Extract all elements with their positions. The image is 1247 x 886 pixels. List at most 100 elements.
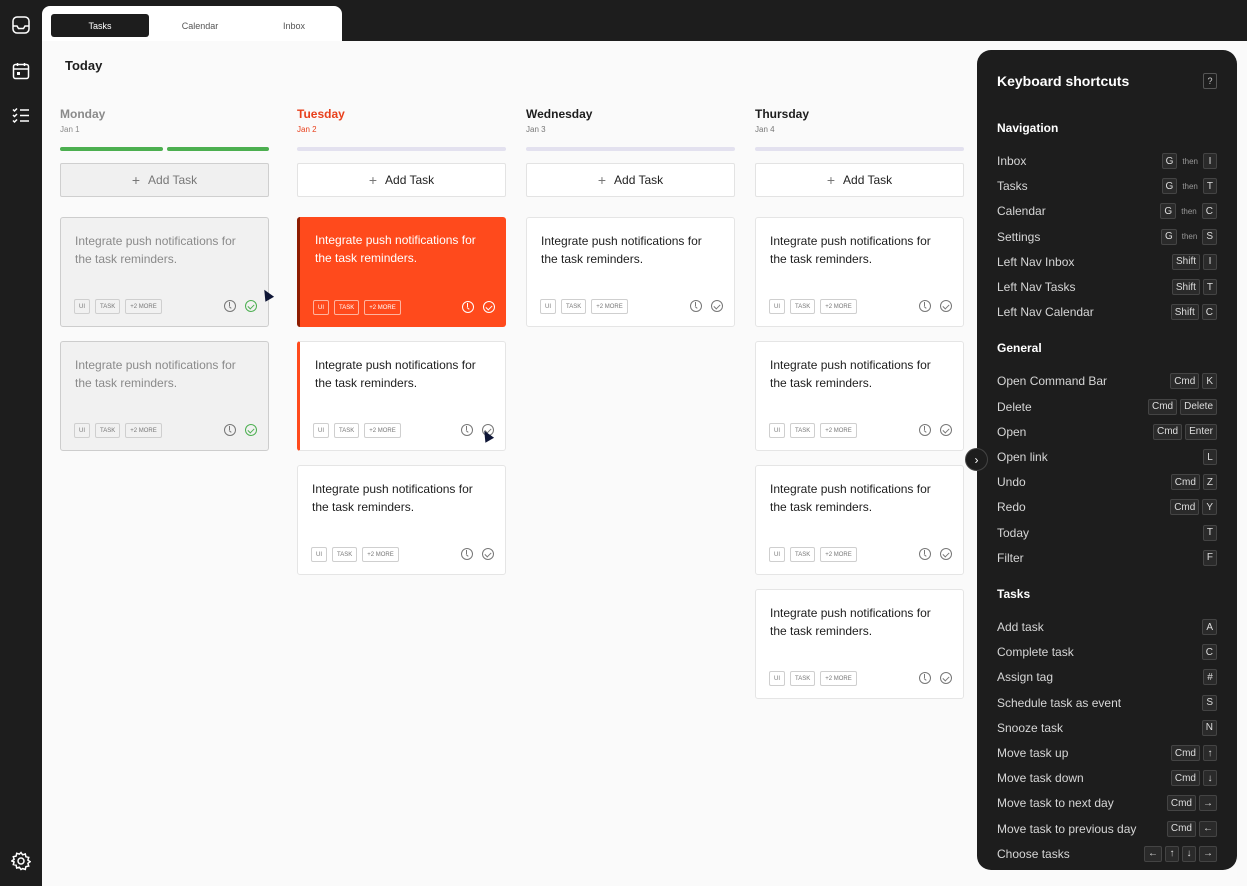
gear-icon[interactable] xyxy=(11,851,31,871)
tab-calendar[interactable]: Calendar xyxy=(151,14,249,37)
shortcut-row: Calendar Gthen C xyxy=(997,202,1217,220)
key-separator: then xyxy=(1181,232,1198,242)
shortcut-keys: Shift I xyxy=(1171,253,1217,270)
complete-check-icon[interactable] xyxy=(940,672,952,684)
task-tag[interactable]: +2 MORE xyxy=(125,423,162,438)
task-tag[interactable]: UI xyxy=(769,547,785,562)
task-card[interactable]: Integrate push notifications for the tas… xyxy=(297,341,506,451)
task-title: Integrate push notifications for the tas… xyxy=(315,233,476,265)
snooze-clock-icon[interactable] xyxy=(919,300,931,312)
task-tag[interactable]: TASK xyxy=(95,423,121,438)
task-tag[interactable]: TASK xyxy=(332,547,358,562)
task-tag[interactable]: TASK xyxy=(95,299,121,314)
tab-inbox[interactable]: Inbox xyxy=(245,14,343,37)
task-tag[interactable]: TASK xyxy=(790,547,816,562)
add-task-button[interactable]: + Add Task xyxy=(60,163,269,197)
shortcut-label: Left Nav Inbox xyxy=(997,254,1075,269)
complete-check-icon[interactable] xyxy=(940,424,952,436)
task-tag[interactable]: +2 MORE xyxy=(820,547,857,562)
task-tag[interactable]: UI xyxy=(540,299,556,314)
snooze-clock-icon[interactable] xyxy=(690,300,702,312)
task-card[interactable]: Integrate push notifications for the tas… xyxy=(755,589,964,699)
key-cap: Cmd xyxy=(1170,373,1200,390)
task-tag[interactable]: TASK xyxy=(790,671,816,686)
task-tag[interactable]: +2 MORE xyxy=(820,671,857,686)
task-card[interactable]: Integrate push notifications for the tas… xyxy=(526,217,735,327)
plus-icon: + xyxy=(597,172,607,188)
shortcut-row: Complete task C xyxy=(997,643,1217,661)
task-tag[interactable]: UI xyxy=(769,299,785,314)
shortcut-keys: T xyxy=(1202,524,1217,541)
complete-check-icon[interactable] xyxy=(245,300,257,312)
task-tag[interactable]: TASK xyxy=(561,299,587,314)
task-tag[interactable]: UI xyxy=(313,300,329,315)
task-card[interactable]: Integrate push notifications for the tas… xyxy=(755,341,964,451)
key-cap: Y xyxy=(1202,499,1217,516)
calendar-icon[interactable] xyxy=(11,61,31,81)
complete-check-icon[interactable] xyxy=(245,424,257,436)
complete-check-icon[interactable] xyxy=(940,300,952,312)
task-actions xyxy=(224,424,257,436)
key-separator: then xyxy=(1181,206,1197,216)
tab-tasks[interactable]: Tasks xyxy=(51,14,149,37)
task-tag[interactable]: TASK xyxy=(790,299,816,314)
task-tag[interactable]: +2 MORE xyxy=(820,423,857,438)
task-card[interactable]: Integrate push notifications for the tas… xyxy=(297,465,506,575)
shortcut-label: Snooze task xyxy=(997,720,1064,735)
task-tag[interactable]: UI xyxy=(769,423,785,438)
task-tag[interactable]: UI xyxy=(74,423,90,438)
shortcut-section-title: Navigation xyxy=(997,121,1059,135)
snooze-clock-icon[interactable] xyxy=(919,672,931,684)
complete-check-icon[interactable] xyxy=(940,548,952,560)
day-date: Jan 2 xyxy=(297,125,317,134)
task-tag[interactable]: UI xyxy=(769,671,785,686)
shortcut-keys: F xyxy=(1202,549,1217,566)
task-tag[interactable]: +2 MORE xyxy=(125,299,162,314)
task-tag[interactable]: TASK xyxy=(790,423,816,438)
task-tag[interactable]: +2 MORE xyxy=(362,547,399,562)
add-task-button[interactable]: + Add Task xyxy=(297,163,506,197)
task-list-icon[interactable] xyxy=(11,105,31,125)
shortcut-keys: Cmd ← xyxy=(1166,820,1217,837)
task-tag[interactable]: UI xyxy=(74,299,90,314)
task-tag[interactable]: TASK xyxy=(334,300,360,315)
help-key[interactable]: ? xyxy=(1203,73,1217,89)
task-tag[interactable]: TASK xyxy=(334,423,360,438)
snooze-clock-icon[interactable] xyxy=(224,424,236,436)
snooze-clock-icon[interactable] xyxy=(919,424,931,436)
task-card[interactable]: Integrate push notifications for the tas… xyxy=(297,217,506,327)
complete-check-icon[interactable] xyxy=(711,300,723,312)
task-card[interactable]: Integrate push notifications for the tas… xyxy=(755,465,964,575)
add-task-button[interactable]: + Add Task xyxy=(526,163,735,197)
shortcut-keys: N xyxy=(1201,719,1217,736)
snooze-clock-icon[interactable] xyxy=(461,548,473,560)
task-tag[interactable]: +2 MORE xyxy=(364,423,401,438)
task-tag[interactable]: UI xyxy=(311,547,327,562)
key-cap: Cmd xyxy=(1170,474,1200,491)
task-tags: UI TASK +2 MORE xyxy=(769,299,857,314)
task-tag[interactable]: +2 MORE xyxy=(364,300,401,315)
progress-segment xyxy=(60,147,163,151)
task-tag[interactable]: +2 MORE xyxy=(820,299,857,314)
snooze-clock-icon[interactable] xyxy=(919,548,931,560)
task-card[interactable]: Integrate push notifications for the tas… xyxy=(60,217,269,327)
shortcut-row: Open Cmd Enter xyxy=(997,423,1217,441)
task-card[interactable]: Integrate push notifications for the tas… xyxy=(60,341,269,451)
shortcut-keys: Cmd ↓ xyxy=(1170,770,1217,787)
day-progress xyxy=(297,147,506,151)
snooze-clock-icon[interactable] xyxy=(224,300,236,312)
key-cap: ← xyxy=(1144,845,1162,862)
task-tag[interactable]: UI xyxy=(313,423,329,438)
task-tag[interactable]: +2 MORE xyxy=(591,299,628,314)
inbox-icon[interactable] xyxy=(11,15,31,35)
complete-check-icon[interactable] xyxy=(482,548,494,560)
snooze-clock-icon[interactable] xyxy=(461,424,473,436)
collapse-panel-button[interactable]: › xyxy=(965,448,988,471)
complete-check-icon[interactable] xyxy=(483,301,495,313)
key-cap: ← xyxy=(1199,820,1217,837)
task-card[interactable]: Integrate push notifications for the tas… xyxy=(755,217,964,327)
view-tabs: Tasks Calendar Inbox xyxy=(42,6,342,41)
snooze-clock-icon[interactable] xyxy=(462,301,474,313)
add-task-button[interactable]: + Add Task xyxy=(755,163,964,197)
shortcut-row: Move task up Cmd ↑ xyxy=(997,744,1217,762)
